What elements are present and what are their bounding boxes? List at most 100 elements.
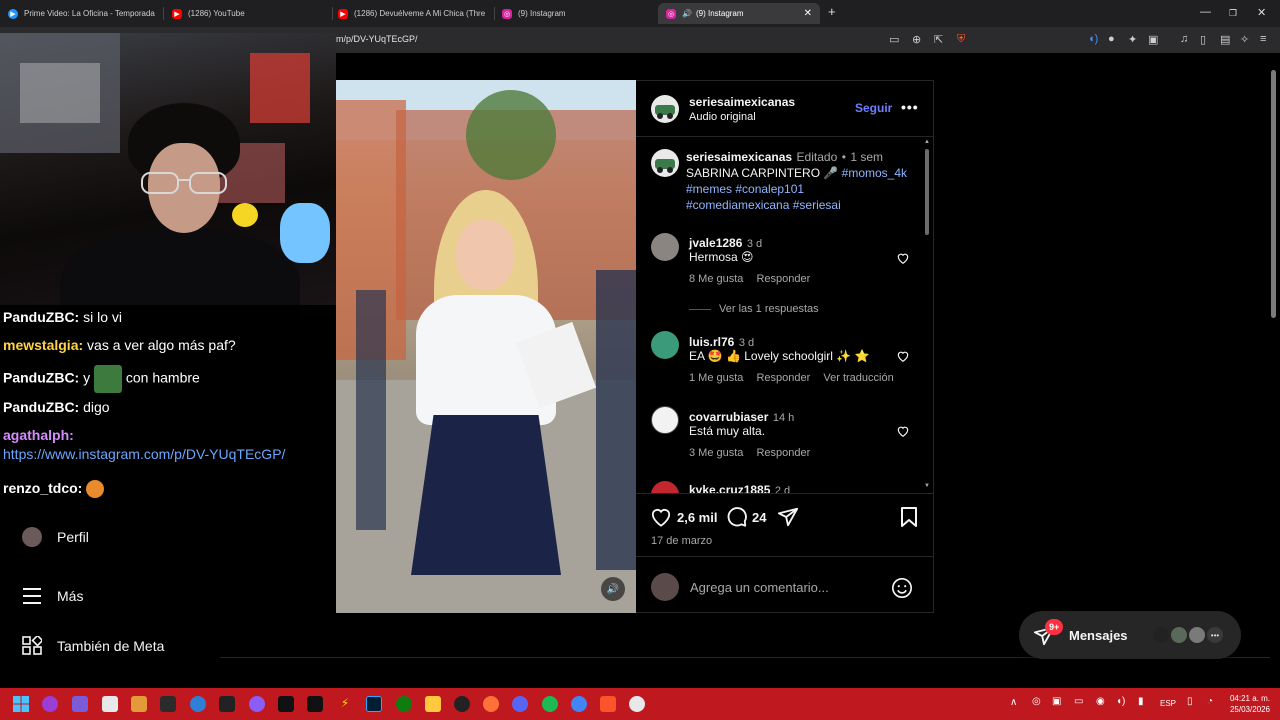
nav-also-from-meta[interactable]: También de Meta bbox=[22, 636, 164, 656]
app-icon[interactable] bbox=[219, 696, 235, 712]
nav-profile[interactable]: Perfil bbox=[22, 527, 89, 547]
close-tab-icon[interactable]: ✕ bbox=[804, 8, 812, 19]
follow-button[interactable]: Seguir bbox=[855, 101, 892, 115]
comment-username[interactable]: luis.rl76 bbox=[689, 335, 734, 349]
clock[interactable]: 04:21 a. m. 25/03/2026 bbox=[1222, 693, 1270, 715]
comment-count[interactable]: 24 bbox=[752, 510, 766, 525]
app-icon[interactable] bbox=[102, 696, 118, 712]
app-icon[interactable] bbox=[249, 696, 265, 712]
tab-instagram-active[interactable]: ◎ 🔊 (9) Instagram ✕ bbox=[658, 3, 820, 24]
network-icon[interactable]: ▯ bbox=[1187, 696, 1193, 707]
url-field[interactable]: m/p/DV-YUqTEcGP/ bbox=[336, 34, 418, 44]
app-icon[interactable] bbox=[42, 696, 58, 712]
brave-icon[interactable] bbox=[600, 696, 616, 712]
audio-label[interactable]: Audio original bbox=[689, 111, 756, 123]
view-replies[interactable]: Ver las 1 respuestas bbox=[689, 303, 819, 315]
save-bookmark-icon[interactable] bbox=[899, 506, 919, 528]
page-scrollbar[interactable] bbox=[1270, 56, 1278, 686]
app-icon[interactable] bbox=[307, 696, 323, 712]
wallet-icon[interactable]: ▤ bbox=[1220, 33, 1230, 46]
edge-icon[interactable] bbox=[190, 696, 206, 712]
commenter-avatar[interactable] bbox=[651, 233, 679, 261]
tray-chevron-icon[interactable]: ∧ bbox=[1010, 697, 1017, 708]
new-tab-button[interactable]: + bbox=[828, 4, 836, 19]
app-icon[interactable] bbox=[278, 696, 294, 712]
comment-bubble-icon[interactable] bbox=[726, 506, 748, 528]
tab-prime-video[interactable]: ▶ Prime Video: La Oficina - Temporada bbox=[8, 3, 158, 24]
discord-icon[interactable] bbox=[512, 696, 528, 712]
file-explorer-icon[interactable] bbox=[425, 696, 441, 712]
comment-likes[interactable]: 3 Me gusta bbox=[689, 447, 743, 459]
extension-puzzle-icon[interactable]: ✦ bbox=[1128, 33, 1137, 46]
comment-username[interactable]: jvale1286 bbox=[689, 236, 742, 250]
caption-username[interactable]: seriesaimexicanas bbox=[686, 150, 792, 164]
add-comment-input[interactable]: Agrega un comentario... bbox=[690, 580, 829, 595]
like-comment-heart-icon[interactable] bbox=[896, 251, 910, 265]
zoom-icon[interactable]: ⊕ bbox=[912, 33, 921, 46]
xbox-icon[interactable] bbox=[396, 696, 412, 712]
brave-shield-icon[interactable]: ⛨ bbox=[957, 33, 965, 46]
app-icon[interactable] bbox=[454, 696, 470, 712]
tab-youtube-song[interactable]: ▶ (1286) Devuélveme A Mi Chica (Thre bbox=[338, 3, 488, 24]
music-icon[interactable]: ♫ bbox=[1180, 33, 1188, 45]
reply-button[interactable]: Responder bbox=[756, 273, 810, 285]
minimize-icon[interactable]: — bbox=[1200, 6, 1211, 18]
steam-icon[interactable]: ◉ bbox=[1096, 696, 1105, 707]
comment-likes[interactable]: 1 Me gusta bbox=[689, 372, 743, 384]
audio-playing-icon[interactable]: ◖) bbox=[1088, 33, 1098, 45]
messages-button[interactable]: 9+ Mensajes ••• bbox=[1019, 611, 1241, 659]
reply-button[interactable]: Responder bbox=[756, 372, 810, 384]
emoji-icon[interactable] bbox=[891, 577, 913, 599]
share-plane-icon[interactable] bbox=[777, 506, 799, 528]
maximize-icon[interactable]: ❐ bbox=[1229, 8, 1237, 19]
app-icon[interactable] bbox=[160, 696, 176, 712]
hashtag-link[interactable]: #comediamexicana #seriesai bbox=[686, 197, 921, 213]
comment-username[interactable]: kvke.cruz1885 bbox=[689, 483, 770, 493]
chrome-icon[interactable] bbox=[571, 696, 587, 712]
like-count[interactable]: 2,6 mil bbox=[677, 510, 717, 525]
tray-icon[interactable]: ◎ bbox=[1032, 696, 1041, 707]
like-comment-heart-icon[interactable] bbox=[896, 349, 910, 363]
mute-toggle-icon[interactable]: 🔊 bbox=[601, 577, 625, 601]
hashtag-link[interactable]: #memes #conalep101 bbox=[686, 181, 921, 197]
leo-ai-icon[interactable]: ✧ bbox=[1240, 33, 1249, 46]
tab-instagram[interactable]: ◎ (9) Instagram bbox=[502, 3, 652, 24]
author-avatar[interactable] bbox=[651, 95, 679, 123]
share-icon[interactable]: ⇱ bbox=[934, 33, 943, 46]
commenter-avatar[interactable] bbox=[651, 406, 679, 434]
commenter-avatar[interactable] bbox=[651, 331, 679, 359]
menu-icon[interactable]: ≡ bbox=[1260, 33, 1266, 45]
reel-video[interactable]: 🔊 bbox=[336, 80, 636, 613]
close-window-icon[interactable]: ✕ bbox=[1257, 6, 1266, 19]
app-icon[interactable]: ⚡ bbox=[337, 696, 353, 712]
chat-link[interactable]: https://www.instagram.com/p/DV-YUqTEcGP/ bbox=[3, 446, 285, 462]
like-heart-icon[interactable] bbox=[650, 507, 672, 527]
tray-icon[interactable]: ▭ bbox=[1074, 696, 1083, 707]
tray-icon[interactable]: ▣ bbox=[1052, 696, 1061, 707]
comment-likes[interactable]: 8 Me gusta bbox=[689, 273, 743, 285]
caption-avatar[interactable] bbox=[651, 149, 679, 177]
tab-youtube[interactable]: ▶ (1286) YouTube bbox=[172, 3, 327, 24]
windows-start-icon[interactable] bbox=[13, 696, 29, 712]
author-username[interactable]: seriesaimexicanas bbox=[689, 95, 795, 109]
photoshop-icon[interactable] bbox=[366, 696, 382, 712]
extension-icon[interactable]: ▣ bbox=[1148, 33, 1158, 46]
language-indicator[interactable]: ESP bbox=[1160, 699, 1176, 708]
translate-button[interactable]: Ver traducción bbox=[823, 372, 893, 384]
sidebar-icon[interactable]: ▯ bbox=[1200, 33, 1206, 46]
volume-icon[interactable]: ◖) bbox=[1116, 696, 1125, 707]
extension-avatar-icon[interactable]: ● bbox=[1108, 33, 1115, 45]
app-icon[interactable] bbox=[629, 696, 645, 712]
comments-scrollbar[interactable]: ▲ ▼ bbox=[924, 139, 930, 491]
battery-icon[interactable]: ◔ bbox=[1207, 696, 1213, 707]
hashtag-link[interactable]: #momos_4k bbox=[842, 166, 907, 180]
reply-button[interactable]: Responder bbox=[756, 447, 810, 459]
like-comment-heart-icon[interactable] bbox=[896, 424, 910, 438]
nav-more[interactable]: Más bbox=[22, 586, 83, 606]
spotify-icon[interactable] bbox=[542, 696, 558, 712]
comment-username[interactable]: covarrubiaser bbox=[689, 410, 768, 424]
more-options-icon[interactable]: ••• bbox=[901, 99, 919, 115]
app-icon[interactable] bbox=[131, 696, 147, 712]
commenter-avatar[interactable] bbox=[651, 481, 679, 493]
firefox-icon[interactable] bbox=[483, 696, 499, 712]
